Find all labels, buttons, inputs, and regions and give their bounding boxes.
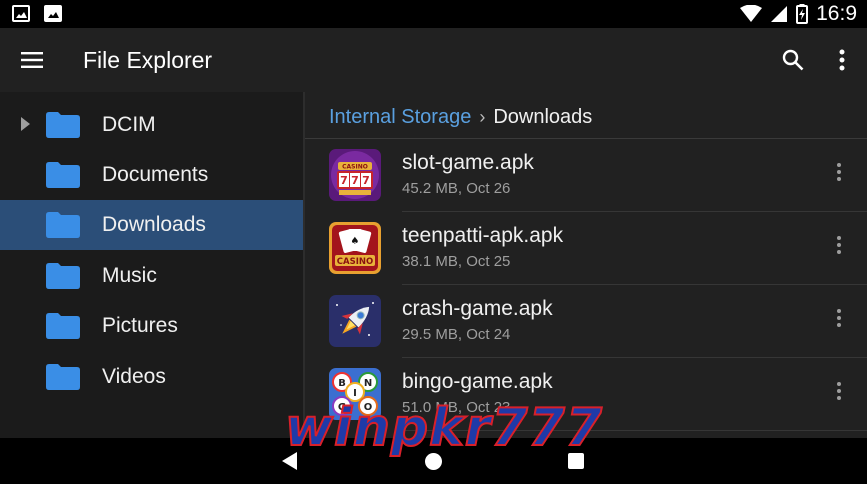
battery-icon — [796, 4, 809, 24]
svg-text:B: B — [338, 378, 346, 389]
svg-text:7: 7 — [362, 174, 370, 187]
file-row[interactable]: ♠ CASINO teenpatti-apk.apk 38.1 MB, Oct … — [305, 212, 867, 284]
sidebar-item-label: Videos — [102, 365, 166, 388]
image-icon — [12, 5, 30, 22]
watermark-text: winpkr777 — [284, 397, 603, 459]
app-title: File Explorer — [83, 47, 213, 73]
more-vert-icon[interactable] — [833, 309, 845, 333]
sidebar-item-pictures[interactable]: Pictures — [0, 301, 303, 351]
file-name: slot-game.apk — [402, 151, 534, 174]
more-vert-icon[interactable] — [833, 382, 845, 406]
more-vert-icon[interactable] — [833, 236, 845, 260]
sidebar-item-label: Pictures — [102, 314, 178, 337]
status-time: 16:9 — [816, 2, 857, 25]
sidebar-item-label: Documents — [102, 163, 209, 186]
svg-text:CASINO: CASINO — [337, 257, 373, 267]
folder-icon — [46, 212, 80, 238]
file-meta: 29.5 MB, Oct 24 — [402, 326, 511, 343]
menu-icon[interactable] — [20, 48, 44, 72]
file-row[interactable]: crash-game.apk 29.5 MB, Oct 24 — [305, 285, 867, 357]
casino-cards-icon: ♠ CASINO — [329, 222, 381, 274]
sidebar: DCIM Documents Downloads Music Pictures … — [0, 92, 303, 438]
svg-text:♠: ♠ — [351, 236, 360, 247]
sidebar-item-label: Music — [102, 264, 157, 287]
folder-icon — [46, 263, 80, 289]
folder-icon — [46, 313, 80, 339]
more-vert-icon[interactable] — [833, 163, 845, 187]
file-name: teenpatti-apk.apk — [402, 224, 564, 247]
search-icon[interactable] — [781, 48, 805, 72]
sidebar-item-dcim[interactable]: DCIM — [0, 100, 303, 150]
image-filled-icon — [44, 5, 62, 22]
chevron-right-icon: › — [479, 107, 486, 127]
svg-text:7: 7 — [340, 174, 348, 187]
folder-icon — [46, 162, 80, 188]
sidebar-item-music[interactable]: Music — [0, 251, 303, 301]
file-name: crash-game.apk — [402, 297, 553, 320]
more-vert-icon[interactable] — [832, 48, 852, 72]
rocket-icon — [329, 295, 381, 347]
file-name: bingo-game.apk — [402, 370, 553, 393]
sidebar-item-downloads[interactable]: Downloads — [0, 200, 303, 250]
status-notifications — [12, 5, 62, 22]
expand-caret-icon[interactable] — [21, 117, 30, 131]
breadcrumb-current: Downloads — [493, 106, 593, 128]
sidebar-item-documents[interactable]: Documents — [0, 150, 303, 200]
file-meta: 38.1 MB, Oct 25 — [402, 253, 511, 270]
svg-text:N: N — [364, 378, 372, 389]
sidebar-item-label: Downloads — [102, 213, 206, 236]
sidebar-item-label: DCIM — [102, 113, 156, 136]
svg-text:CASINO: CASINO — [342, 164, 368, 171]
app-bar: File Explorer — [0, 28, 867, 92]
casino-slot-icon: CASINO 7 7 7 — [329, 149, 381, 201]
folder-icon — [46, 112, 80, 138]
file-meta: 45.2 MB, Oct 26 — [402, 180, 511, 197]
wifi-icon — [740, 5, 763, 22]
folder-icon — [46, 364, 80, 390]
breadcrumb: Internal Storage › Downloads — [329, 106, 592, 129]
file-row[interactable]: CASINO 7 7 7 slot-game.apk 45.2 MB, Oct … — [305, 139, 867, 211]
status-bar: 16:9 — [0, 0, 867, 28]
breadcrumb-root[interactable]: Internal Storage — [329, 106, 471, 129]
signal-icon — [771, 6, 788, 22]
sidebar-item-videos[interactable]: Videos — [0, 352, 303, 402]
file-list-pane: Internal Storage › Downloads CASINO 7 7 … — [305, 92, 867, 438]
status-system-icons: 16:9 — [740, 2, 857, 25]
svg-text:7: 7 — [351, 174, 359, 187]
